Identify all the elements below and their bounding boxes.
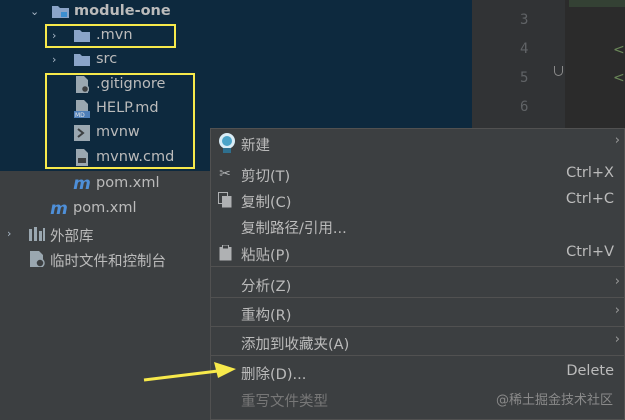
menu-item-refactor[interactable]: 重构(R) › bbox=[211, 299, 624, 326]
menu-item-label: 复制(C) bbox=[241, 195, 292, 211]
highlight-box bbox=[45, 73, 195, 169]
copy-icon bbox=[216, 191, 234, 209]
menu-separator bbox=[211, 355, 624, 356]
menu-separator bbox=[211, 266, 624, 267]
module-folder-icon bbox=[52, 4, 69, 18]
submenu-arrow-icon: › bbox=[614, 274, 620, 289]
menu-item-label: 添加到收藏夹(A) bbox=[241, 337, 350, 353]
code-tag-icon: < bbox=[613, 42, 625, 58]
menu-item-new[interactable]: 新建 › bbox=[211, 129, 624, 156]
menu-item-label: 粘贴(P) bbox=[241, 248, 291, 264]
maven-icon: m bbox=[73, 174, 91, 194]
menu-item-label: 分析(Z) bbox=[241, 279, 292, 295]
library-icon bbox=[28, 226, 46, 242]
shortcut-label: Ctrl+C bbox=[565, 191, 614, 207]
tree-item-label: src bbox=[96, 51, 118, 67]
maven-icon: m bbox=[50, 199, 68, 219]
context-menu: 新建 › ✂ 剪切(T) Ctrl+X 复制(C) Ctrl+C 复制路径/引用… bbox=[210, 128, 625, 420]
code-highlight bbox=[569, 0, 625, 7]
chevron-right-icon[interactable]: › bbox=[52, 53, 62, 67]
menu-item-label: 剪切(T) bbox=[241, 169, 291, 185]
submenu-arrow-icon: › bbox=[614, 303, 620, 318]
scratches-icon bbox=[29, 251, 45, 267]
module-label: module-one bbox=[74, 3, 171, 19]
menu-item-copy-path[interactable]: 复制路径/引用... bbox=[211, 212, 624, 239]
tree-item-label: 外部库 bbox=[50, 229, 94, 245]
line-number: 3 bbox=[520, 12, 529, 28]
menu-item-label: 删除(D)... bbox=[241, 367, 307, 383]
chevron-down-icon[interactable]: ⌄ bbox=[30, 5, 40, 19]
scissors-icon: ✂ bbox=[219, 166, 231, 182]
menu-item-label: 新建 bbox=[241, 138, 270, 154]
menu-item-label: 复制路径/引用... bbox=[241, 221, 347, 237]
menu-item-label: 重构(R) bbox=[241, 308, 292, 324]
menu-item-analyze[interactable]: 分析(Z) › bbox=[211, 270, 624, 297]
code-tag-icon: < bbox=[613, 70, 625, 86]
chevron-right-icon[interactable]: › bbox=[7, 227, 17, 241]
menu-item-cut[interactable]: ✂ 剪切(T) Ctrl+X bbox=[211, 160, 624, 187]
tree-item-label: 临时文件和控制台 bbox=[50, 254, 166, 270]
submenu-arrow-icon: › bbox=[614, 133, 620, 148]
shortcut-label: Delete bbox=[566, 363, 614, 379]
menu-item-label: 重写文件类型 bbox=[241, 394, 328, 410]
line-number: 5 bbox=[520, 70, 529, 86]
line-number: 6 bbox=[520, 99, 529, 115]
tree-item-label: pom.xml bbox=[73, 200, 137, 216]
menu-separator bbox=[211, 326, 624, 327]
shortcut-label: Ctrl+V bbox=[566, 244, 614, 260]
folder-icon bbox=[74, 53, 90, 66]
menu-separator bbox=[211, 297, 624, 298]
line-number: 4 bbox=[520, 41, 529, 57]
watermark: @稀土掘金技术社区 bbox=[495, 393, 613, 408]
menu-item-paste[interactable]: 粘贴(P) Ctrl+V bbox=[211, 239, 624, 266]
tree-item-label: pom.xml bbox=[96, 175, 160, 191]
menu-item-copy[interactable]: 复制(C) Ctrl+C bbox=[211, 186, 624, 213]
tree-row-src[interactable]: › src bbox=[0, 48, 472, 73]
menu-item-add-to-favorites[interactable]: 添加到收藏夹(A) › bbox=[211, 328, 624, 355]
fold-marker-icon[interactable] bbox=[554, 66, 563, 76]
submenu-arrow-icon: › bbox=[614, 332, 620, 347]
menu-item-delete[interactable]: 删除(D)... Delete bbox=[211, 358, 624, 385]
avatar-icon bbox=[217, 132, 237, 154]
highlight-box bbox=[45, 24, 176, 48]
annotation-arrow-icon bbox=[143, 362, 236, 382]
tree-row-module-one[interactable]: ⌄ module-one bbox=[0, 0, 472, 25]
shortcut-label: Ctrl+X bbox=[566, 165, 614, 181]
clipboard-icon bbox=[216, 244, 234, 262]
